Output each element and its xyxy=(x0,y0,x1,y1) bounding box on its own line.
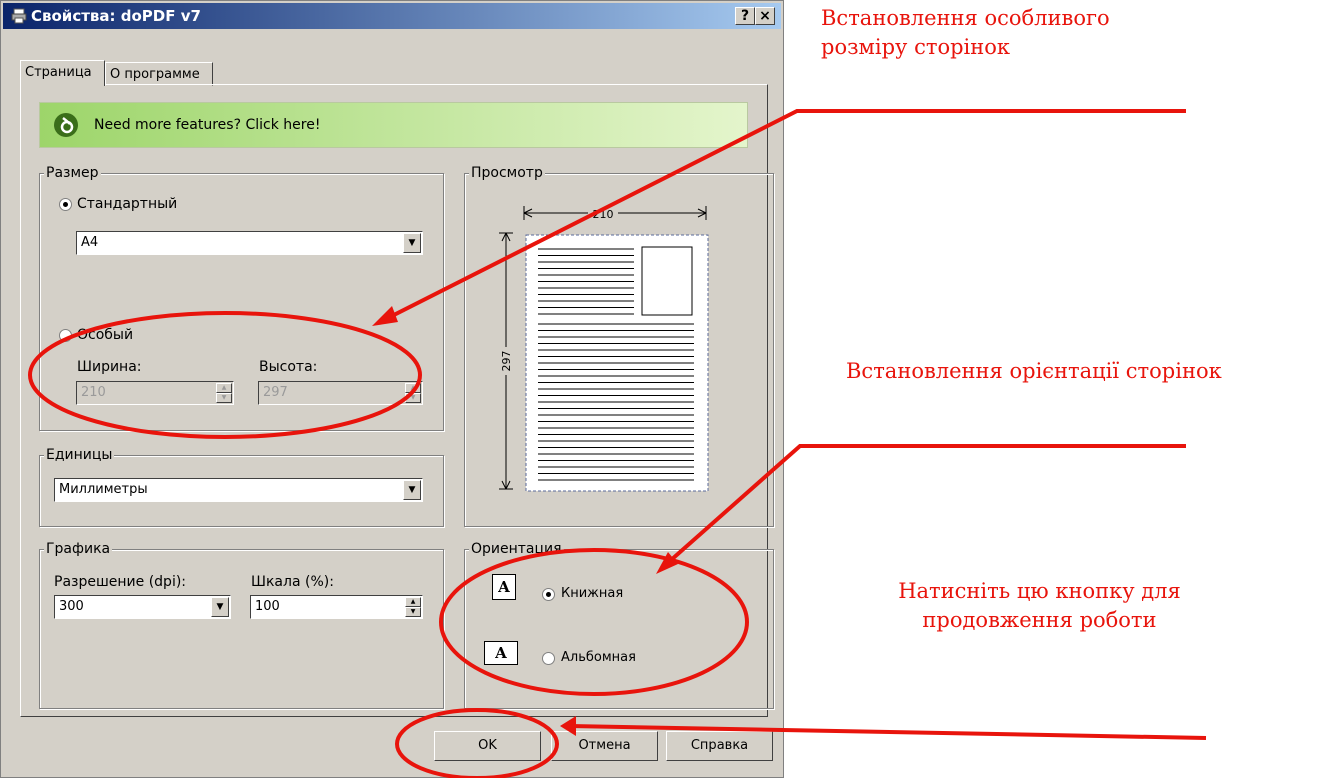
units-group-label: Единицы xyxy=(44,446,115,464)
resolution-value: 300 xyxy=(59,599,84,614)
height-label: Высота: xyxy=(259,359,318,375)
portrait-icon: A xyxy=(492,574,516,600)
paper-size-value: A4 xyxy=(81,235,99,250)
width-label: Ширина: xyxy=(77,359,142,375)
landscape-icon: A xyxy=(484,641,518,665)
scale-spinner[interactable]: ▲ ▼ xyxy=(405,597,421,617)
height-spinner[interactable]: ▲ ▼ xyxy=(405,383,421,403)
preview-height-dim: 297 xyxy=(500,351,513,372)
banner-text: Need more features? Click here! xyxy=(94,117,321,133)
annotation-custom-size-line1: Встановлення особливого xyxy=(821,6,1110,30)
annotation-custom-size-line2: розміру сторінок xyxy=(821,35,1011,59)
size-group-label: Размер xyxy=(44,164,101,182)
window-title: Свойства: doPDF v7 xyxy=(31,7,201,25)
annotation-orientation: Встановлення орієнтації сторінок xyxy=(846,359,1222,383)
paper-size-select[interactable]: A4 ▼ xyxy=(76,231,423,255)
help-dialog-button[interactable]: Справка xyxy=(666,731,773,761)
dopdf-logo-icon xyxy=(54,113,78,137)
resolution-select[interactable]: 300 ▼ xyxy=(54,595,231,619)
landscape-radio[interactable] xyxy=(542,652,555,665)
title-bar: Свойства: doPDF v7 ? × xyxy=(3,3,781,29)
annotation-ok-line2: продовження роботи xyxy=(922,608,1157,632)
orientation-group: Ориентация xyxy=(464,540,774,709)
orientation-group-label: Ориентация xyxy=(469,540,564,558)
chevron-down-icon[interactable]: ▼ xyxy=(403,480,421,500)
width-input[interactable]: 210 ▲ ▼ xyxy=(76,381,234,405)
graphics-group-label: Графика xyxy=(44,540,113,558)
width-value: 210 xyxy=(81,385,106,400)
preview-width-dim: 210 xyxy=(593,208,614,221)
height-input[interactable]: 297 ▲ ▼ xyxy=(258,381,423,405)
annotation-ok: Натисніть цю кнопку для продовження робо… xyxy=(858,577,1221,635)
width-spinner[interactable]: ▲ ▼ xyxy=(216,383,232,403)
scale-label: Шкала (%): xyxy=(251,574,334,590)
height-value: 297 xyxy=(263,385,288,400)
annotation-custom-size: Встановлення особливого розміру сторінок xyxy=(821,4,1110,62)
portrait-radio[interactable] xyxy=(542,588,555,601)
chevron-down-icon[interactable]: ▼ xyxy=(403,233,421,253)
custom-size-label: Особый xyxy=(77,327,134,343)
standard-size-label: Стандартный xyxy=(77,196,178,212)
scale-value: 100 xyxy=(255,599,280,614)
chevron-down-icon[interactable]: ▼ xyxy=(211,597,229,617)
ok-button[interactable]: OK xyxy=(434,731,541,761)
help-button[interactable]: ? xyxy=(735,7,755,25)
tab-about[interactable]: О программе xyxy=(105,62,213,86)
upgrade-banner[interactable]: Need more features? Click here! xyxy=(39,102,748,148)
printer-icon xyxy=(11,8,27,24)
scale-input[interactable]: 100 ▲ ▼ xyxy=(250,595,423,619)
units-select[interactable]: Миллиметры ▼ xyxy=(54,478,423,502)
annotation-ok-line1: Натисніть цю кнопку для xyxy=(898,579,1181,603)
preview-group-label: Просмотр xyxy=(469,164,545,182)
custom-size-radio[interactable] xyxy=(59,329,72,342)
portrait-label: Книжная xyxy=(561,586,624,601)
landscape-label: Альбомная xyxy=(561,650,636,665)
cancel-button[interactable]: Отмена xyxy=(551,731,658,761)
standard-size-radio[interactable] xyxy=(59,198,72,211)
page-preview: 210 297 xyxy=(499,206,709,492)
close-button[interactable]: × xyxy=(755,7,775,25)
tab-page[interactable]: Страница xyxy=(20,60,105,86)
units-value: Миллиметры xyxy=(59,482,148,497)
resolution-label: Разрешение (dpi): xyxy=(54,574,187,590)
properties-dialog: Свойства: doPDF v7 ? × Страница О програ… xyxy=(0,0,784,778)
